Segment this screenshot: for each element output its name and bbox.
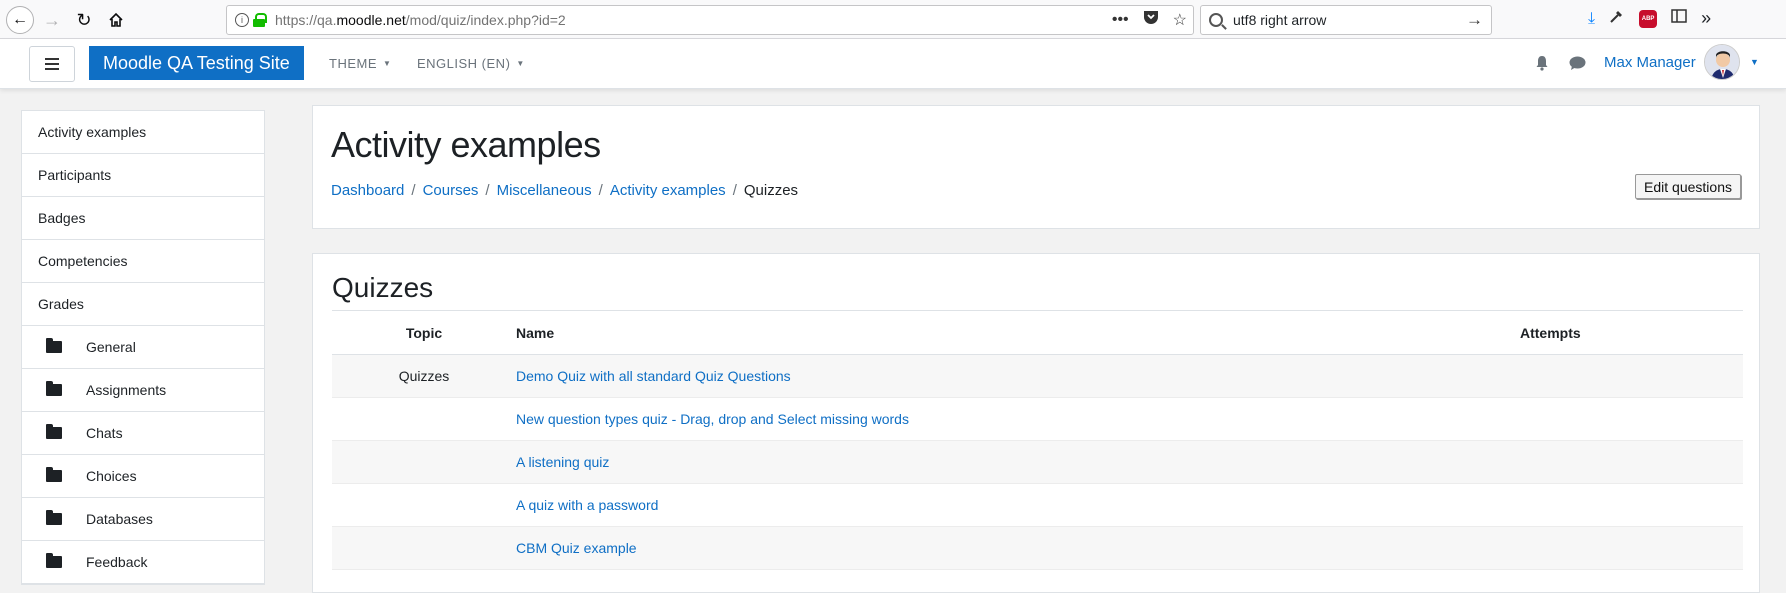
- quiz-link[interactable]: A quiz with a password: [516, 497, 658, 513]
- search-input[interactable]: utf8 right arrow: [1233, 12, 1326, 28]
- avatar[interactable]: [1704, 44, 1740, 80]
- folder-icon: [46, 467, 62, 482]
- edit-questions-button[interactable]: Edit questions: [1635, 174, 1741, 199]
- attempts-cell: [1475, 354, 1743, 398]
- quiz-link[interactable]: New question types quiz - Drag, drop and…: [516, 411, 909, 427]
- attempts-cell: [1475, 483, 1743, 527]
- quiz-list-card: Quizzes Topic Name Attempts Quizzes Demo…: [312, 253, 1760, 593]
- folder-icon: [46, 553, 62, 568]
- sidebar-item-grades[interactable]: Grades: [22, 283, 264, 326]
- theme-menu[interactable]: THEME ▼: [329, 56, 391, 71]
- messages-icon[interactable]: [1569, 56, 1586, 71]
- sidebar-toggle-icon[interactable]: [1671, 9, 1687, 28]
- forward-arrow-icon[interactable]: →: [38, 6, 66, 34]
- folder-icon: [46, 338, 62, 353]
- browser-toolbar: ← → ↻ i https://qa.moodle.net/mod/quiz/i…: [0, 0, 1786, 39]
- page-actions-icon[interactable]: •••: [1112, 11, 1129, 29]
- topic-cell: [332, 526, 516, 570]
- topic-cell: [332, 397, 516, 441]
- attempts-cell: [1475, 526, 1743, 570]
- page-header: Activity examples Dashboard / Courses / Mi…: [312, 105, 1760, 229]
- sidebar-item-badges[interactable]: Badges: [22, 197, 264, 240]
- quiz-link[interactable]: CBM Quiz example: [516, 540, 637, 556]
- sidebar-item-participants[interactable]: Participants: [22, 154, 264, 197]
- table-row: Quizzes Demo Quiz with all standard Quiz…: [332, 354, 1743, 398]
- sidebar-item-assignments[interactable]: Assignments: [22, 369, 264, 412]
- notification-bell-icon[interactable]: [1534, 55, 1550, 71]
- folder-icon: [46, 381, 62, 396]
- reload-icon[interactable]: ↻: [70, 6, 98, 34]
- sidebar-item-general[interactable]: General: [22, 326, 264, 369]
- breadcrumb-dashboard[interactable]: Dashboard: [331, 182, 404, 199]
- breadcrumb-current: Quizzes: [743, 182, 799, 199]
- caret-down-icon: ▼: [383, 59, 392, 68]
- search-icon: [1209, 13, 1223, 27]
- sidebar-item-activity-examples[interactable]: Activity examples: [22, 111, 264, 154]
- language-menu[interactable]: ENGLISH (EN) ▼: [417, 56, 525, 71]
- search-bar[interactable]: utf8 right arrow →: [1200, 5, 1492, 35]
- eyedropper-icon[interactable]: [1609, 8, 1625, 29]
- table-row: CBM Quiz example: [332, 526, 1743, 570]
- quiz-link[interactable]: Demo Quiz with all standard Quiz Questio…: [516, 368, 791, 384]
- lock-icon: [253, 13, 267, 27]
- user-menu-caret-icon[interactable]: ▼: [1750, 57, 1759, 67]
- sidebar-item-choices[interactable]: Choices: [22, 455, 264, 498]
- site-name-link[interactable]: Moodle QA Testing Site: [89, 46, 304, 80]
- overflow-chevron-icon[interactable]: »: [1701, 8, 1711, 29]
- table-header-row: Topic Name Attempts: [332, 310, 1743, 355]
- breadcrumb-miscellaneous[interactable]: Miscellaneous: [497, 182, 592, 199]
- column-header-attempts: Attempts: [1475, 310, 1743, 355]
- quiz-table: Topic Name Attempts Quizzes Demo Quiz wi…: [332, 310, 1743, 570]
- folder-icon: [46, 424, 62, 439]
- table-row: A listening quiz: [332, 440, 1743, 484]
- attempts-cell: [1475, 397, 1743, 441]
- info-icon[interactable]: i: [235, 13, 249, 27]
- sidebar-item-competencies[interactable]: Competencies: [22, 240, 264, 283]
- column-header-name: Name: [516, 310, 1475, 355]
- hamburger-icon: [45, 58, 59, 60]
- drawer-toggle-button[interactable]: [29, 46, 75, 82]
- search-go-arrow-icon[interactable]: →: [1466, 10, 1483, 30]
- table-row: New question types quiz - Drag, drop and…: [332, 397, 1743, 441]
- breadcrumb-courses[interactable]: Courses: [423, 182, 479, 199]
- page-title: Activity examples: [331, 124, 601, 165]
- bookmark-star-icon[interactable]: ☆: [1173, 10, 1187, 30]
- back-arrow-icon[interactable]: ←: [6, 6, 34, 34]
- topic-cell: [332, 440, 516, 484]
- sidebar-item-feedback[interactable]: Feedback: [22, 541, 264, 584]
- caret-down-icon: ▼: [516, 59, 525, 68]
- address-bar[interactable]: i https://qa.moodle.net/mod/quiz/index.p…: [226, 5, 1194, 35]
- folder-icon: [46, 510, 62, 525]
- course-nav-drawer: Activity examples Participants Badges Co…: [21, 110, 265, 585]
- topic-cell: Quizzes: [332, 354, 516, 398]
- column-header-topic: Topic: [332, 310, 516, 355]
- attempts-cell: [1475, 440, 1743, 484]
- pocket-icon[interactable]: [1143, 10, 1159, 30]
- moodle-navbar: Moodle QA Testing Site THEME ▼ ENGLISH (E…: [0, 39, 1786, 89]
- breadcrumb-activity-examples[interactable]: Activity examples: [610, 182, 726, 199]
- table-row: A quiz with a password: [332, 483, 1743, 527]
- topic-cell: [332, 483, 516, 527]
- breadcrumb: Dashboard / Courses / Miscellaneous / Activ…: [331, 182, 799, 199]
- sidebar-item-chats[interactable]: Chats: [22, 412, 264, 455]
- download-icon[interactable]: ⤓: [1588, 10, 1595, 28]
- quiz-link[interactable]: A listening quiz: [516, 454, 609, 470]
- home-icon[interactable]: [102, 6, 130, 34]
- adblock-icon[interactable]: ABP: [1639, 9, 1658, 28]
- section-title: Quizzes: [332, 272, 434, 303]
- sidebar-item-databases[interactable]: Databases: [22, 498, 264, 541]
- user-menu-name[interactable]: Max Manager: [1604, 54, 1696, 71]
- url-text: https://qa.moodle.net/mod/quiz/index.php…: [275, 12, 566, 28]
